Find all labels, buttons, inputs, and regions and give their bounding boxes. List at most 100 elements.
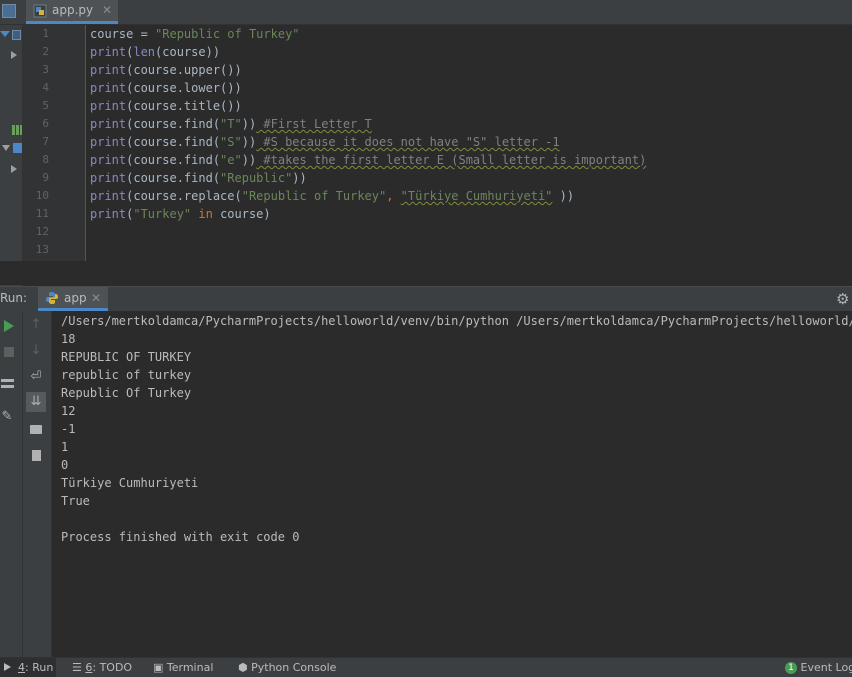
code-token: "Türkiye Cumhuriyeti" [401, 189, 553, 203]
line-number: 3 [42, 63, 49, 76]
code-token: "Turkey" [133, 207, 191, 221]
terminal-icon: ▣ [153, 661, 167, 674]
gear-icon[interactable]: ⚙ [836, 290, 849, 308]
tool-tab-terminal[interactable]: ▣ Terminal [153, 658, 213, 677]
line-number: 2 [42, 45, 49, 58]
code-token: "Republic of Turkey" [242, 189, 387, 203]
code-token: print [90, 45, 126, 59]
code-token: (course.find( [126, 171, 220, 185]
code-token: print [90, 207, 126, 221]
tool-tab-event-log-label: Event Log [801, 661, 852, 674]
code-line[interactable]: print(course.lower()) [90, 79, 242, 97]
close-icon[interactable]: ✕ [102, 3, 112, 17]
editor-tab-bar: app.py ✕ [0, 0, 852, 25]
code-line[interactable]: print(course.title()) [90, 97, 242, 115]
console-line: 1 [61, 438, 68, 456]
arrow-up-icon[interactable]: ↑ [26, 317, 46, 333]
code-token: )) [242, 135, 256, 149]
code-token: , [386, 189, 400, 203]
code-token: (course)) [155, 45, 220, 59]
tree-expand-icon[interactable] [2, 145, 10, 151]
tree-expand-icon[interactable] [0, 31, 10, 37]
project-panel-strip [0, 25, 23, 286]
code-line[interactable]: print(course.find("S")) #S because it do… [90, 133, 560, 151]
code-token: "T" [220, 117, 242, 131]
console-line: True [61, 492, 90, 510]
arrow-down-icon[interactable]: ↓ [26, 343, 46, 359]
code-token: print [90, 189, 126, 203]
run-console-output[interactable]: /Users/mertkoldamca/PycharmProjects/hell… [52, 311, 852, 657]
console-line: 12 [61, 402, 75, 420]
tool-tab-run-number: 4 [18, 661, 25, 674]
tool-tab-terminal-label: Terminal [167, 661, 214, 674]
code-token: "e" [220, 153, 242, 167]
code-line[interactable]: print("Turkey" in course) [90, 205, 271, 223]
code-token: (course.title()) [126, 99, 242, 113]
code-token: (course.find( [126, 153, 220, 167]
stop-icon[interactable] [4, 347, 14, 357]
line-number: 8 [42, 153, 49, 166]
tool-tab-run[interactable]: 4: Run [0, 658, 56, 677]
line-number: 9 [42, 171, 49, 184]
console-line: Republic Of Turkey [61, 384, 191, 402]
code-token: )) [242, 117, 256, 131]
event-log-count-badge: 1 [785, 662, 797, 674]
code-token: print [90, 135, 126, 149]
project-view-icon[interactable] [2, 4, 16, 18]
run-tool-window-header: Run: app ✕ ⚙ [0, 286, 852, 312]
code-line[interactable]: print(course.replace("Republic of Turkey… [90, 187, 574, 205]
run-tool-icon [4, 663, 11, 671]
console-line: Process finished with exit code 0 [61, 528, 299, 546]
run-tab-app[interactable]: app ✕ [38, 287, 108, 311]
code-line[interactable]: course = "Republic of Turkey" [90, 25, 300, 43]
code-line[interactable]: print(course.find("e")) #takes the first… [90, 151, 646, 169]
code-editor[interactable]: course = "Republic of Turkey"print(len(c… [90, 25, 852, 261]
code-line[interactable]: print(len(course)) [90, 43, 220, 61]
code-token: print [90, 81, 126, 95]
console-line: /Users/mertkoldamca/PycharmProjects/hell… [61, 312, 852, 330]
code-token: in [191, 207, 220, 221]
folder-icon [12, 30, 21, 40]
code-token: len [133, 45, 155, 59]
tab-app-py[interactable]: app.py ✕ [26, 0, 118, 24]
pin-icon[interactable]: ✎ [0, 409, 17, 425]
console-line: -1 [61, 420, 75, 438]
line-number: 10 [36, 189, 49, 202]
run-label: Run: [0, 291, 27, 305]
code-line[interactable]: print(course.find("Republic")) [90, 169, 307, 187]
line-number: 5 [42, 99, 49, 112]
code-token: #takes the first letter E (Small letter … [256, 153, 646, 167]
tool-tab-event-log[interactable]: 1 Event Log [785, 658, 852, 677]
code-line[interactable]: print(course.upper()) [90, 61, 242, 79]
line-number: 4 [42, 81, 49, 94]
tree-collapse-arrow-icon[interactable] [11, 165, 17, 173]
soft-wrap-icon[interactable]: ⏎ [26, 369, 46, 385]
trash-icon[interactable] [32, 450, 41, 461]
tool-tab-python-console-label: Python Console [251, 661, 336, 674]
code-token: )) [292, 171, 306, 185]
code-line[interactable]: print(course.find("T")) #First Letter T [90, 115, 372, 133]
console-line: Türkiye Cumhuriyeti [61, 474, 198, 492]
tool-tab-python-console[interactable]: ⬢ Python Console [238, 658, 336, 677]
code-token: course) [220, 207, 271, 221]
run-tab-label: app [64, 291, 87, 305]
console-line: 18 [61, 330, 75, 348]
run-icon[interactable] [4, 320, 14, 332]
scroll-to-end-button[interactable]: ⇊ [26, 392, 46, 412]
tree-collapse-arrow-icon[interactable] [11, 51, 17, 59]
todo-list-icon: ☰ [72, 661, 85, 674]
layout-icon[interactable] [1, 379, 14, 388]
console-line: 0 [61, 456, 68, 474]
tool-tab-todo-label: TODO [100, 661, 133, 674]
close-icon[interactable]: ✕ [91, 291, 101, 305]
run-toolbar-secondary: ↑ ↓ ⏎ ⇊ [23, 311, 52, 657]
code-token: (course.upper()) [126, 63, 242, 77]
tool-tab-todo[interactable]: ☰ 6: TODO [72, 658, 132, 677]
line-number: 12 [36, 225, 49, 238]
line-number: 13 [36, 243, 49, 256]
tool-tab-todo-number: 6 [85, 661, 92, 674]
run-toolbar-primary: ✎ [0, 311, 23, 657]
print-icon[interactable] [30, 425, 42, 434]
line-number: 6 [42, 117, 49, 130]
code-token: "Republic" [220, 171, 292, 185]
